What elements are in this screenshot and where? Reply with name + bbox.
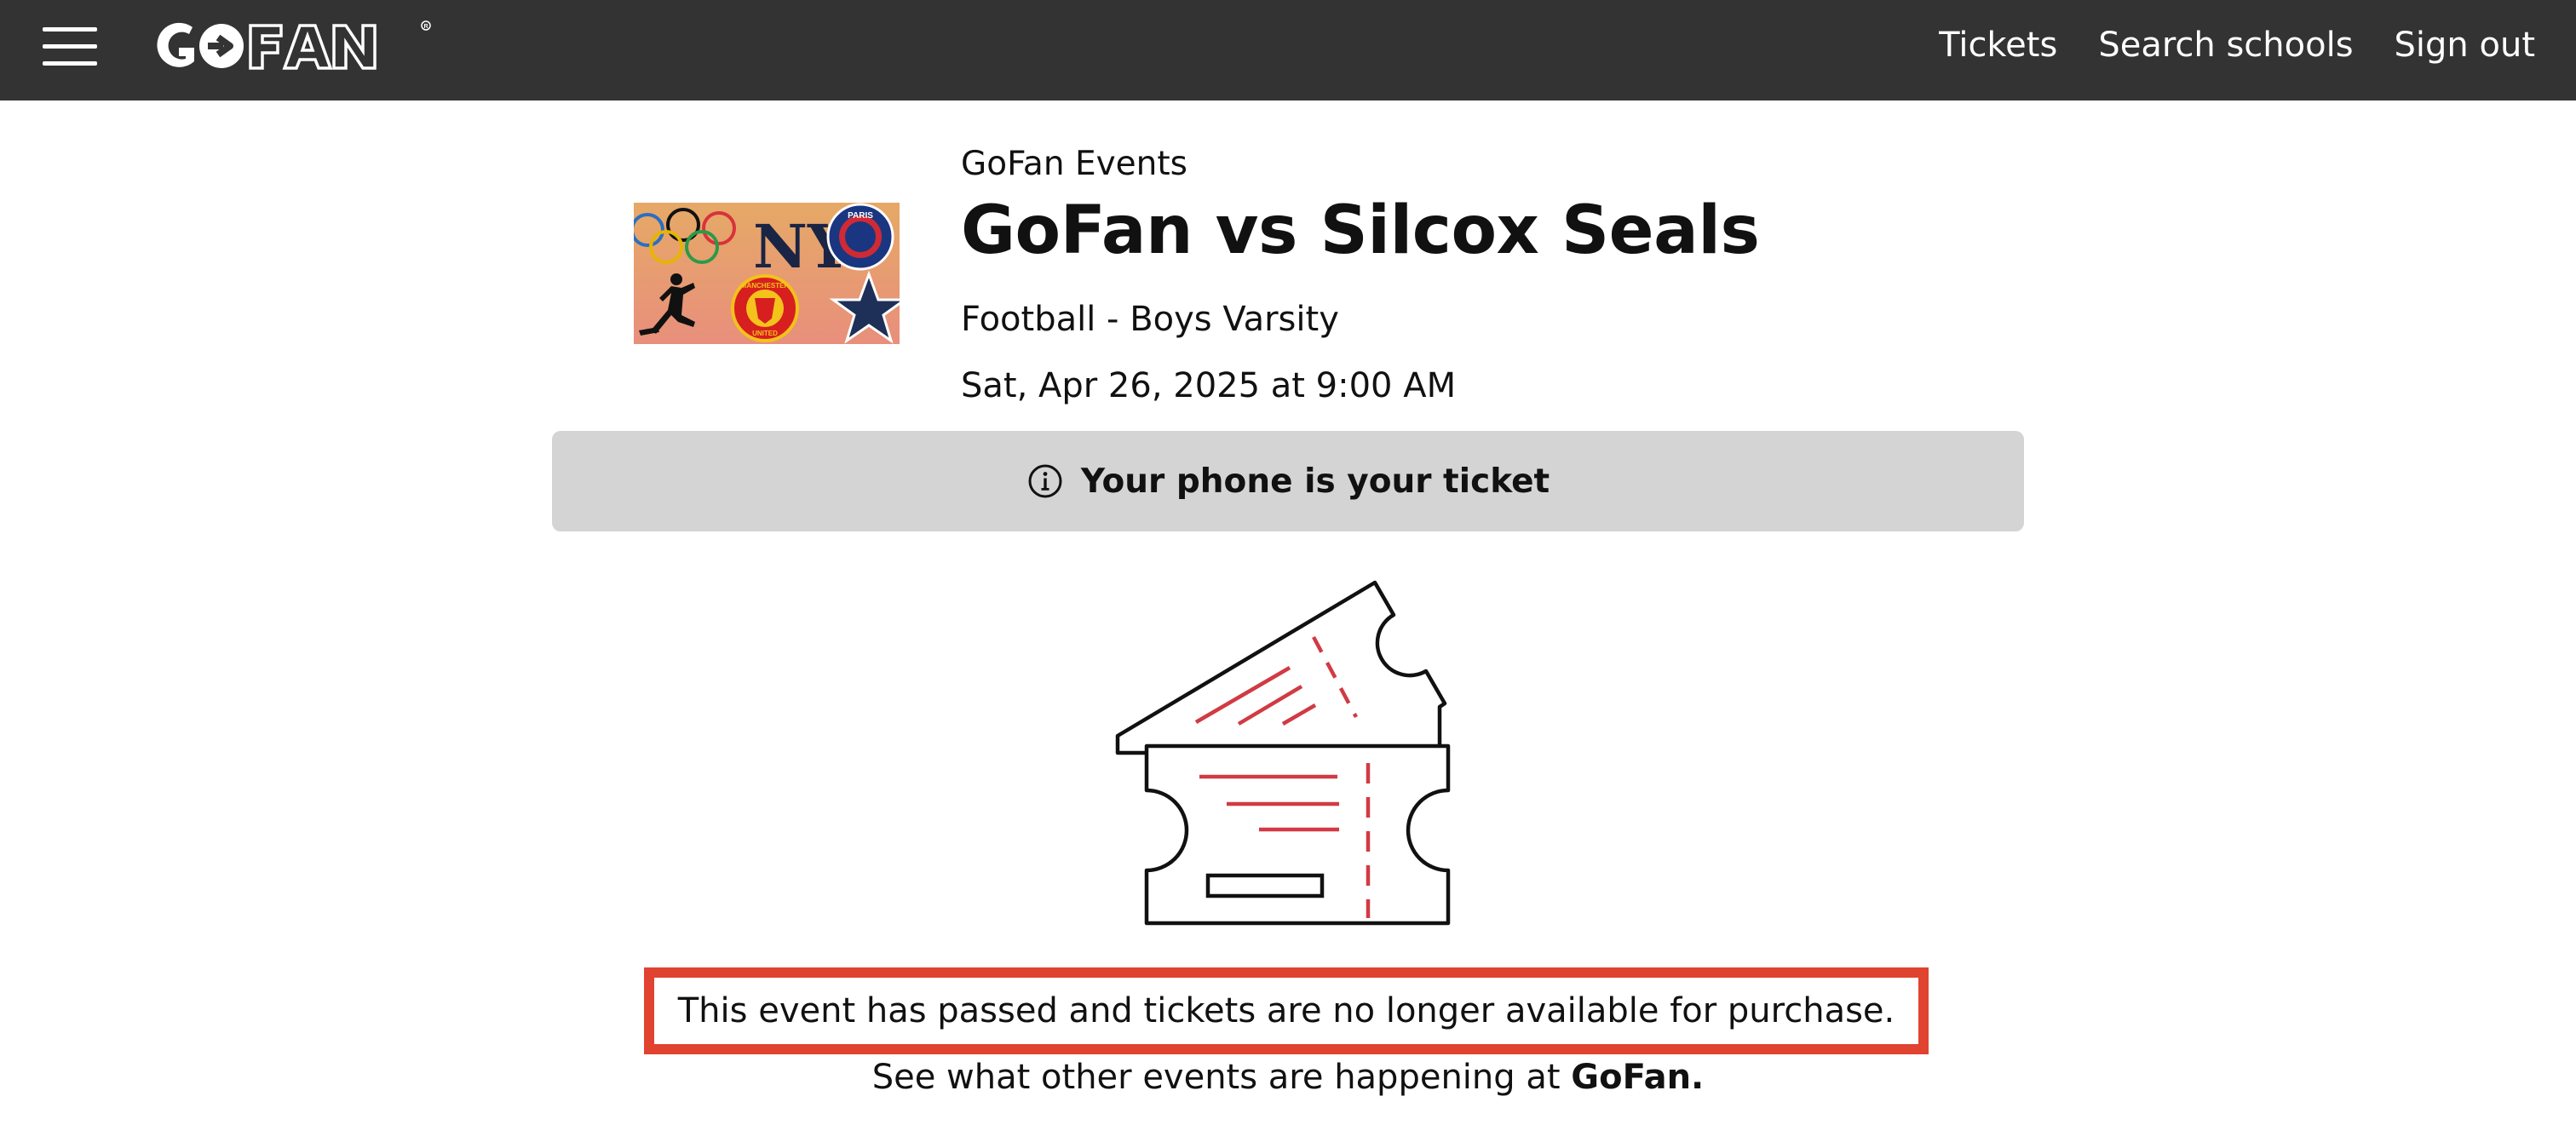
svg-text:R: R — [424, 24, 428, 30]
event-title: GoFan vs Silcox Seals — [961, 192, 1760, 269]
more-events-prefix: See what other events are happening at — [871, 1058, 1572, 1097]
menu-line — [43, 27, 97, 32]
event-datetime: Sat, Apr 26, 2025 at 9:00 AM — [961, 366, 1457, 405]
event-sport-level: Football - Boys Varsity — [961, 300, 1339, 339]
svg-text:UNITED: UNITED — [752, 330, 778, 337]
info-icon — [1028, 464, 1062, 498]
event-organizer: GoFan Events — [961, 145, 1187, 183]
menu-line — [43, 44, 97, 49]
event-passed-text: This event has passed and tickets are no… — [677, 991, 1895, 1030]
top-navigation-bar: R Tickets Search schools Sign out — [0, 0, 2576, 100]
psg-paris-logo: PARIS — [826, 203, 894, 271]
header-nav: Tickets Search schools Sign out — [1939, 0, 2535, 90]
gofan-home-link[interactable]: GoFan. — [1571, 1058, 1704, 1097]
more-events-message: See what other events are happening at G… — [0, 1058, 2576, 1097]
gofan-logo-graphic: R — [157, 20, 431, 70]
nav-tickets-link[interactable]: Tickets — [1939, 26, 2057, 65]
hamburger-menu-icon[interactable] — [43, 26, 97, 68]
tickets-graphic — [1115, 580, 1451, 926]
gofan-logo[interactable]: R — [152, 17, 433, 77]
manchester-united-logo: MANCHESTER UNITED — [731, 274, 799, 342]
nav-sign-out-link[interactable]: Sign out — [2395, 26, 2535, 65]
event-image: NY PARIS MANCHESTER UNITED — [634, 203, 900, 344]
menu-line — [43, 61, 97, 66]
svg-text:PARIS: PARIS — [848, 211, 873, 221]
event-passed-notice: This event has passed and tickets are no… — [644, 967, 1929, 1054]
nav-search-schools-link[interactable]: Search schools — [2098, 26, 2353, 65]
svg-text:MANCHESTER: MANCHESTER — [741, 282, 790, 290]
phone-ticket-text: Your phone is your ticket — [1080, 462, 1550, 501]
tickets-illustration — [1107, 576, 1470, 930]
phone-ticket-banner: Your phone is your ticket — [552, 431, 2024, 531]
team-logos-collage: NY PARIS MANCHESTER UNITED — [634, 203, 900, 344]
